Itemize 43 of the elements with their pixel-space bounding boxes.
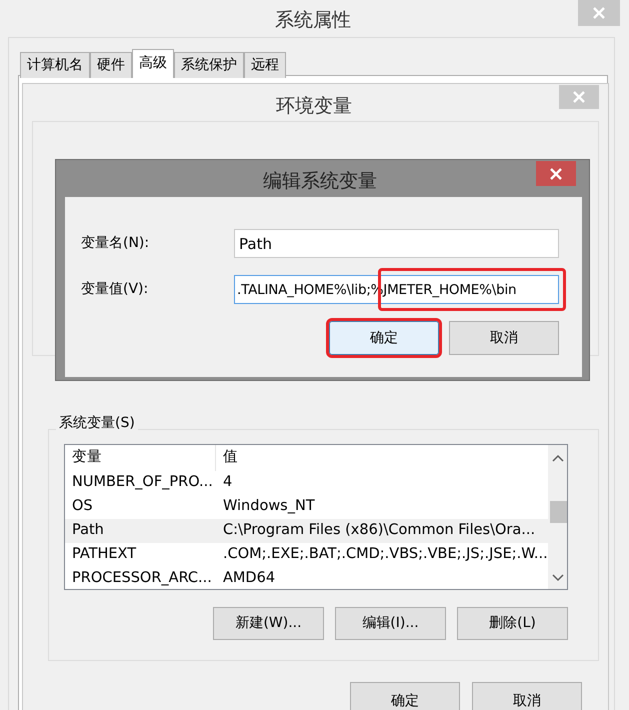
tab[interactable]: 硬件 <box>90 52 132 78</box>
dialog-button[interactable]: 确定 <box>329 321 439 355</box>
list-row[interactable]: OS Windows_NT <box>65 495 548 519</box>
list-row[interactable]: PROCESSOR_ARC... AMD64 <box>65 567 548 589</box>
scroll-thumb[interactable] <box>550 501 567 523</box>
dialog-title: 编辑系统变量 <box>263 169 377 194</box>
action-button[interactable]: 编辑(I)... <box>335 607 446 640</box>
table-cell-text: OS <box>71 497 94 516</box>
table-cell-text: PATHEXT <box>71 545 138 564</box>
table-cell-text: Windows_NT <box>222 497 315 516</box>
table-cell-text: Path <box>71 521 105 540</box>
action-button[interactable]: 新建(W)... <box>213 607 324 640</box>
window-title: 系统属性 <box>275 8 351 33</box>
dialog-button[interactable]: 取消 <box>449 321 559 355</box>
scroll-down-icon[interactable] <box>552 574 564 582</box>
field-label: 变量值(V): <box>81 280 150 299</box>
tab[interactable]: 高级 <box>132 49 174 78</box>
table-cell-text: .COM;.EXE;.BAT;.CMD;.VBS;.VBE;.JS;.JSE;.W... <box>222 545 548 564</box>
list-row[interactable]: Path C:\Program Files (x86)\Common Files\Ora... <box>65 519 548 543</box>
close-icon <box>550 168 562 180</box>
action-button[interactable]: 删除(L) <box>457 607 568 640</box>
list-row[interactable]: PATHEXT .COM;.EXE;.BAT;.CMD;.VBS;.VBE;.JS;.JSE;.W... <box>65 543 548 567</box>
close-icon <box>573 91 585 103</box>
table-cell-text: PROCESSOR_ARC... <box>71 569 213 588</box>
column-header[interactable]: 值 <box>216 445 548 471</box>
name-field[interactable]: Path <box>234 229 559 258</box>
table-cell-text: 4 <box>222 473 232 492</box>
list-row[interactable]: NUMBER_OF_PRO... 4 <box>65 471 548 495</box>
window-title: 环境变量 <box>276 94 352 119</box>
table-cell-text: NUMBER_OF_PRO... <box>71 473 214 492</box>
table-cell-text: AMD64 <box>222 569 276 588</box>
scrollbar[interactable] <box>548 445 567 589</box>
tab[interactable]: 计算机名 <box>20 52 90 78</box>
dialog-button[interactable]: 确定 <box>350 682 460 710</box>
field-label: 变量名(N): <box>81 234 150 253</box>
close-button[interactable] <box>536 161 576 186</box>
table-cell-text: C:\Program Files (x86)\Common Files\Ora... <box>222 521 536 540</box>
tab[interactable]: 系统保护 <box>174 52 244 78</box>
dialog-button[interactable]: 取消 <box>472 682 582 710</box>
close-icon <box>593 7 605 19</box>
tab[interactable]: 远程 <box>244 52 286 78</box>
column-header[interactable]: 变量 <box>65 445 216 471</box>
scroll-up-icon[interactable] <box>552 454 564 462</box>
